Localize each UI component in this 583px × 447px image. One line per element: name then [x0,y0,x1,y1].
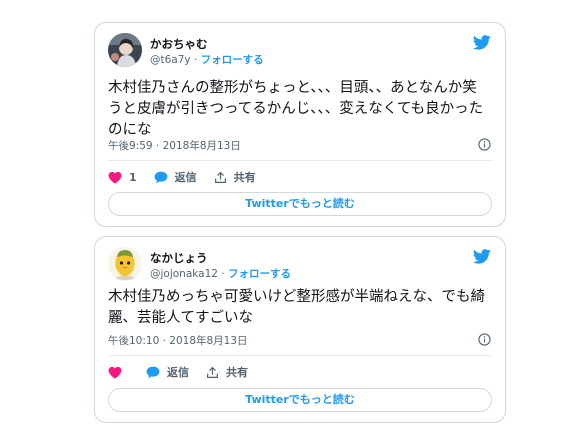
heart-icon [108,171,122,184]
twitter-bird-icon[interactable] [473,249,491,264]
share-button[interactable]: 共有 [214,169,256,185]
tweet-card: なかじょう @jojonaka12 · フォローする 木村佳乃めっちゃ可愛いけど… [94,236,506,423]
action-bar: 1 返信 共有 [108,168,492,186]
twitter-bird-icon[interactable] [473,35,491,50]
divider [108,160,492,161]
follow-button[interactable]: フォローする [201,54,264,66]
read-more-button[interactable]: Twitterでもっと読む [108,388,492,412]
avatar[interactable] [108,247,142,281]
handle[interactable]: @jojonaka12 [150,268,218,280]
reply-button[interactable]: 返信 [154,169,197,185]
handle-separator: · [221,268,225,280]
avatar-illustration [108,247,142,281]
read-more-button[interactable]: Twitterでもっと読む [108,192,492,216]
display-name[interactable]: なかじょう [150,250,208,266]
speech-bubble-icon [146,366,160,378]
share-upload-icon [214,171,226,183]
share-button[interactable]: 共有 [206,364,248,380]
reply-label: 返信 [174,171,197,184]
info-icon[interactable] [478,138,491,151]
follow-button[interactable]: フォローする [228,268,291,280]
like-count: 1 [129,170,137,184]
tweet-text: 木村佳乃めっちゃ可愛いけど整形感が半端ねえな、でも綺麗、芸能人てすごいな [108,289,485,326]
handle-line: @jojonaka12 · フォローする [150,266,291,281]
display-name[interactable]: かおちゃむ [150,36,208,52]
timestamp[interactable]: 午後10:10 · 2018年8月13日 [108,333,248,348]
like-button[interactable] [108,366,129,379]
share-label: 共有 [226,366,248,379]
divider [108,355,492,356]
info-icon[interactable] [478,333,491,346]
share-label: 共有 [233,171,256,184]
share-upload-icon [207,366,218,378]
action-bar: 返信 共有 [108,363,492,381]
tweet-text: 木村佳乃さんの整形がちょっと、、、目頭、、あとなんか笑うと皮膚が引きつってるかん… [108,80,484,138]
avatar[interactable] [108,33,142,67]
handle[interactable]: @t6a7y [150,54,191,66]
tweet-card: かおちゃむ @t6a7y · フォローする 木村佳乃さんの整形がちょっと、、、目… [94,22,506,227]
heart-icon [108,366,122,379]
avatar-photo [108,33,142,67]
reply-button[interactable]: 返信 [146,364,189,380]
reply-label: 返信 [167,366,189,379]
handle-separator: · [193,54,198,66]
like-button[interactable]: 1 [108,171,137,184]
timestamp[interactable]: 午後9:59 · 2018年8月13日 [108,138,241,153]
speech-bubble-icon [154,171,168,183]
handle-line: @t6a7y · フォローする [150,52,264,67]
